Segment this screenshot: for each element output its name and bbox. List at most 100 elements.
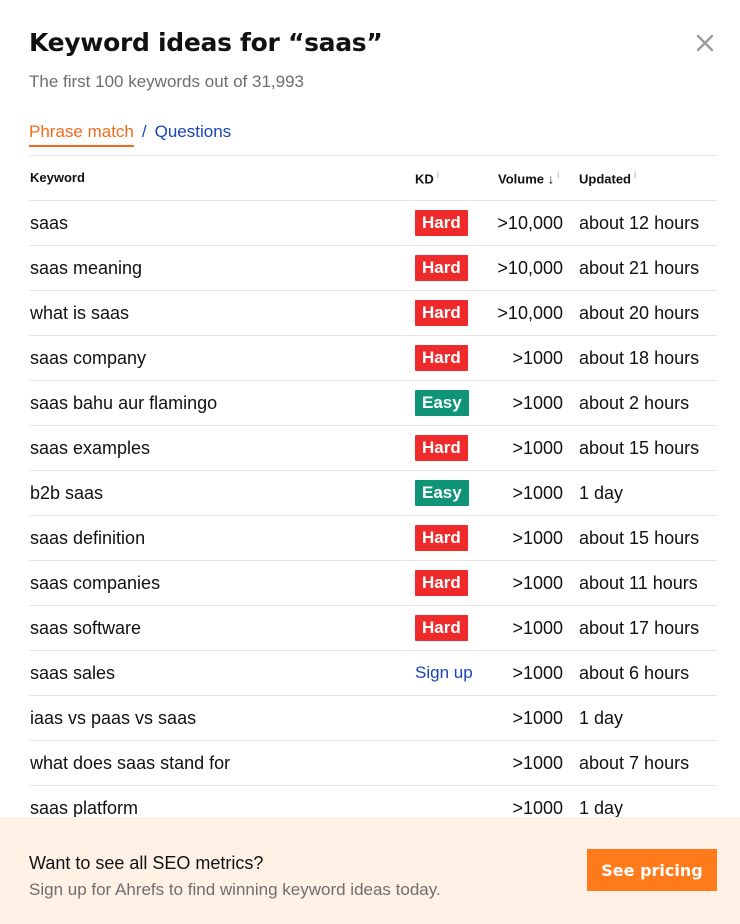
table-row[interactable]: what is saas Hard >10,000 about 20 hours — [29, 291, 717, 336]
updated-cell: about 12 hours — [579, 213, 700, 233]
volume-cell: >1000 — [512, 483, 563, 503]
see-pricing-button[interactable]: See pricing — [587, 849, 717, 891]
volume-cell: >10,000 — [497, 213, 563, 233]
table-row[interactable]: saas companies Hard >1000 about 11 hours — [29, 561, 717, 606]
volume-info-icon[interactable]: i — [557, 170, 559, 181]
keyword-cell[interactable]: saas definition — [30, 528, 145, 549]
keyword-cell[interactable]: saas meaning — [30, 258, 142, 279]
volume-cell: >1000 — [512, 663, 563, 683]
column-header-volume-label: Volume — [498, 171, 544, 187]
keyword-cell[interactable]: b2b saas — [30, 483, 103, 504]
upsell-title: Want to see all SEO metrics? — [29, 853, 264, 873]
kd-cell: Hard — [415, 255, 468, 281]
table-row[interactable]: saas examples Hard >1000 about 15 hours — [29, 426, 717, 471]
volume-cell: >10,000 — [497, 303, 563, 323]
keyword-cell[interactable]: saas examples — [30, 438, 150, 459]
table-row[interactable]: b2b saas Easy >1000 1 day — [29, 471, 717, 516]
volume-cell: >1000 — [512, 573, 563, 593]
volume-cell: >1000 — [512, 618, 563, 638]
table-body: saas Hard >10,000 about 12 hours saas meanin… — [29, 201, 717, 831]
kd-cell: Sign up — [415, 660, 473, 683]
table-row[interactable]: saas bahu aur flamingo Easy >1000 about 2 h… — [29, 381, 717, 426]
keywords-table: Keyword KD i Volume ↓ i Updated i saas Hard >… — [29, 156, 717, 831]
kd-cell: Easy — [415, 480, 469, 506]
table-row[interactable]: saas meaning Hard >10,000 about 21 hours — [29, 246, 717, 291]
kd-badge: Hard — [415, 615, 468, 641]
updated-cell: about 6 hours — [579, 663, 690, 683]
kd-badge: Hard — [415, 300, 468, 326]
column-header-kd: KD i — [415, 170, 439, 186]
column-header-kd-label: KD — [415, 171, 434, 187]
volume-cell: >1000 — [512, 708, 563, 728]
kd-badge: Hard — [415, 435, 468, 461]
tab-questions[interactable]: Questions — [155, 122, 232, 142]
updated-cell: 1 day — [579, 798, 624, 818]
keyword-cell[interactable]: saas sales — [30, 663, 115, 684]
sign-up-link[interactable]: Sign up — [415, 663, 473, 683]
keyword-cell[interactable]: saas — [30, 213, 68, 234]
table-row[interactable]: iaas vs paas vs saas >1000 1 day — [29, 696, 717, 741]
kd-badge: Easy — [415, 390, 469, 416]
column-header-updated-label: Updated — [579, 171, 631, 187]
updated-cell: 1 day — [579, 483, 624, 503]
kd-cell: Hard — [415, 525, 468, 551]
volume-cell: >1000 — [512, 753, 563, 773]
updated-info-icon[interactable]: i — [634, 170, 636, 181]
match-type-tabs: Phrase match / Questions — [29, 122, 231, 147]
table-row[interactable]: saas company Hard >1000 about 18 hours — [29, 336, 717, 381]
updated-cell: about 17 hours — [579, 618, 700, 638]
close-x-icon — [696, 34, 714, 52]
updated-cell: about 15 hours — [579, 528, 700, 548]
kd-badge: Hard — [415, 255, 468, 281]
kd-cell: Hard — [415, 300, 468, 326]
kd-cell: Hard — [415, 435, 468, 461]
table-row[interactable]: what does saas stand for >1000 about 7 hou… — [29, 741, 717, 786]
keyword-cell[interactable]: iaas vs paas vs saas — [30, 708, 196, 729]
keyword-ideas-modal: Keyword ideas for “saas” The first 100 k… — [0, 0, 740, 924]
tab-separator: / — [141, 122, 147, 141]
kd-info-icon[interactable]: i — [437, 170, 439, 181]
updated-cell: about 15 hours — [579, 438, 700, 458]
kd-badge: Easy — [415, 480, 469, 506]
updated-cell: about 21 hours — [579, 258, 700, 278]
kd-cell: Hard — [415, 570, 468, 596]
kd-cell: Easy — [415, 390, 469, 416]
kd-cell: Hard — [415, 210, 468, 236]
column-header-updated: Updated i — [579, 170, 636, 186]
updated-cell: about 2 hours — [579, 393, 690, 413]
volume-cell: >1000 — [512, 438, 563, 458]
kd-cell: Hard — [415, 345, 468, 371]
close-button[interactable] — [692, 30, 718, 56]
table-header: Keyword KD i Volume ↓ i Updated i — [29, 156, 717, 201]
volume-cell: >10,000 — [497, 258, 563, 278]
updated-cell: about 18 hours — [579, 348, 700, 368]
table-row[interactable]: saas sales Sign up >1000 about 6 hours — [29, 651, 717, 696]
volume-cell: >1000 — [512, 393, 563, 413]
tab-phrase-match[interactable]: Phrase match — [29, 122, 134, 147]
keyword-cell[interactable]: saas platform — [30, 798, 138, 819]
kd-badge: Hard — [415, 345, 468, 371]
modal-subtitle: The first 100 keywords out of 31,993 — [29, 72, 304, 91]
table-row[interactable]: saas software Hard >1000 about 17 hours — [29, 606, 717, 651]
upsell-subtitle: Sign up for Ahrefs to find winning keywo… — [29, 880, 441, 899]
sort-descending-icon: ↓ — [547, 171, 555, 187]
modal-title: Keyword ideas for “saas” — [29, 28, 383, 57]
updated-cell: about 20 hours — [579, 303, 700, 323]
volume-cell: >1000 — [512, 348, 563, 368]
updated-cell: about 11 hours — [579, 573, 698, 593]
column-header-volume[interactable]: Volume ↓ i — [498, 170, 559, 186]
keyword-cell[interactable]: saas bahu aur flamingo — [30, 393, 217, 414]
keyword-cell[interactable]: saas companies — [30, 573, 160, 594]
keyword-cell[interactable]: saas company — [30, 348, 146, 369]
kd-badge: Hard — [415, 210, 468, 236]
volume-cell: >1000 — [512, 528, 563, 548]
table-row[interactable]: saas definition Hard >1000 about 15 hours — [29, 516, 717, 561]
upsell-banner: Want to see all SEO metrics? Sign up for… — [0, 817, 740, 924]
kd-badge: Hard — [415, 525, 468, 551]
keyword-cell[interactable]: what is saas — [30, 303, 129, 324]
kd-badge: Hard — [415, 570, 468, 596]
keyword-cell[interactable]: saas software — [30, 618, 141, 639]
updated-cell: about 7 hours — [579, 753, 690, 773]
keyword-cell[interactable]: what does saas stand for — [30, 753, 230, 774]
table-row[interactable]: saas Hard >10,000 about 12 hours — [29, 201, 717, 246]
